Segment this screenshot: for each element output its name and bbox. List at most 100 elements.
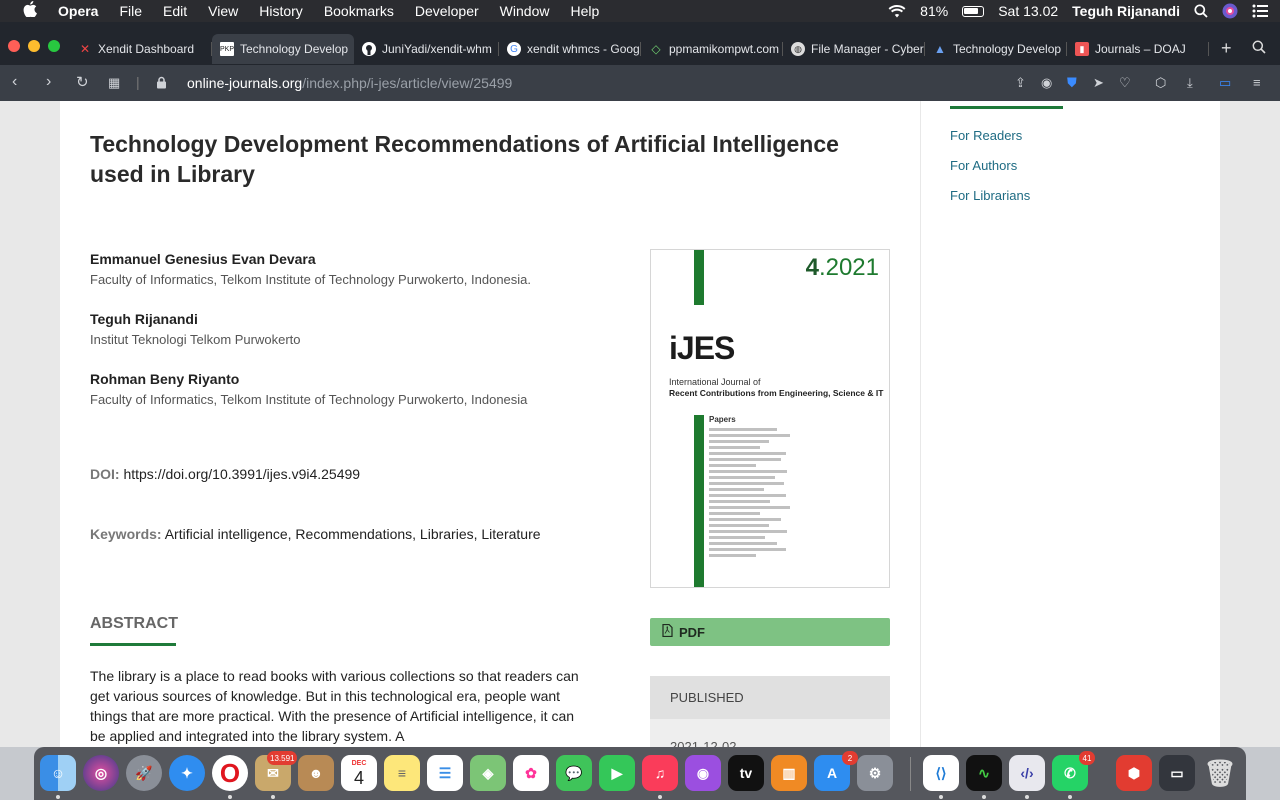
menu-app-name[interactable]: Opera [58,3,98,19]
pkp-favicon: PKP [220,42,234,56]
tab-github-xendit-whmcs[interactable]: JuniYadi/xendit-whm [354,34,499,64]
sidebar-link-for-readers[interactable]: For Readers [950,128,1022,143]
download-icon[interactable]: ⤓ [1187,75,1193,91]
user-name[interactable]: Teguh Rijanandi [1072,3,1180,19]
cube-icon[interactable]: ⬡ [1155,75,1166,91]
clock[interactable]: Sat 13.02 [998,3,1058,19]
share-icon[interactable]: ⇪ [1015,75,1026,91]
menu-view[interactable]: View [208,3,238,19]
finder-icon[interactable]: ☺ [40,755,76,791]
notes-icon[interactable]: ≡ [384,755,420,791]
control-center-icon[interactable] [1252,4,1268,18]
pdf-download-button[interactable]: PDF [650,618,890,646]
downloads-stack-icon[interactable]: ⬢ [1116,755,1152,791]
minimize-window-button[interactable] [28,40,40,52]
cover-subtitle: International Journal of [669,377,761,387]
address-bar: ‹ › ↻ ▦ | online-journals.org/index.php/… [0,65,1280,101]
menu-help[interactable]: Help [570,3,599,19]
calendar-day: 4 [353,767,364,788]
back-icon[interactable]: ‹ [12,73,17,91]
photos-icon[interactable]: ✿ [513,755,549,791]
wifi-icon[interactable] [888,4,906,18]
messages-icon[interactable]: 💬 [556,755,592,791]
new-tab-icon[interactable]: + [1221,38,1232,59]
adblock-shield-icon[interactable]: ⛊ [1067,75,1077,91]
facetime-icon[interactable]: ▶ [599,755,635,791]
tab-doaj-journals[interactable]: ▮ Journals – DOAJ [1067,34,1209,64]
zoom-window-button[interactable] [48,40,60,52]
browser-tab-bar: ✕ Xendit Dashboard PKP Technology Develo… [0,22,1280,65]
sidebar: For Readers For Authors For Librarians [921,101,1220,747]
forward-icon[interactable]: › [46,73,51,91]
author-affiliation: Institut Teknologi Telkom Purwokerto [90,332,301,347]
tab-grid-icon[interactable]: ▦ [108,75,120,91]
easy-setup-icon[interactable]: ≡ [1253,75,1261,90]
url-field[interactable]: online-journals.org/index.php/i-jes/arti… [187,75,512,91]
sidebar-link-for-librarians[interactable]: For Librarians [950,188,1030,203]
cover-papers-label: Papers [709,415,736,424]
battery-saver-icon[interactable]: ▭ [1219,75,1231,91]
siri-icon[interactable]: ◎ [83,755,119,791]
lock-icon[interactable] [156,76,167,94]
doaj-favicon: ▮ [1075,42,1089,56]
maps-icon[interactable]: ◈ [470,755,506,791]
system-preferences-icon[interactable]: ⚙ [857,755,893,791]
author-name: Emmanuel Genesius Evan Devara [90,251,316,267]
reminders-icon[interactable]: ☰ [427,755,463,791]
keywords-label: Keywords: [90,526,162,542]
tab-ppmamikompwt[interactable]: ◇ ppmamikompwt.com [641,34,783,64]
mail-badge: 13.591 [267,751,298,765]
vscode-icon[interactable]: ⟨⟩ [923,755,959,791]
launchpad-icon[interactable]: 🚀 [126,755,162,791]
tab-xendit-dashboard[interactable]: ✕ Xendit Dashboard [70,34,212,64]
cover-brand-logo: iJES [669,330,735,366]
cover-stripe [694,415,704,587]
contacts-icon[interactable]: ☻ [298,755,334,791]
books-icon[interactable]: ▥ [771,755,807,791]
music-icon[interactable]: ♫ [642,755,678,791]
calendar-icon[interactable]: DEC 4 [341,755,377,791]
heart-icon[interactable]: ♡ [1119,75,1131,91]
menu-window[interactable]: Window [500,3,550,19]
spotlight-search-icon[interactable] [1194,4,1208,18]
tab-technology-development-2[interactable]: ▲ Technology Develop [925,34,1067,64]
xendit-favicon: ✕ [79,42,91,56]
send-icon[interactable]: ➤ [1093,75,1104,91]
tab-technology-development-active[interactable]: PKP Technology Develop [212,34,354,64]
menu-developer[interactable]: Developer [415,3,479,19]
reload-icon[interactable]: ↻ [76,73,89,91]
tab-file-manager[interactable]: ◍ File Manager - Cyber [783,34,925,64]
close-window-button[interactable] [8,40,20,52]
sidebar-link-for-authors[interactable]: For Authors [950,158,1017,173]
menu-history[interactable]: History [259,3,303,19]
safari-icon[interactable]: ✦ [169,755,205,791]
menu-edit[interactable]: Edit [163,3,187,19]
apple-tv-icon[interactable]: tv [728,755,764,791]
journal-cover-image[interactable]: 4.2021 iJES International Journal of Rec… [650,249,890,588]
tab-search-icon[interactable] [1252,40,1266,54]
cover-stripe [694,250,704,305]
cover-contents-lines [709,428,794,560]
menu-file[interactable]: File [119,3,142,19]
apple-icon[interactable] [18,1,42,21]
sidebar-heading-underline [950,106,1063,109]
menu-bookmarks[interactable]: Bookmarks [324,3,394,19]
pdf-label: PDF [679,624,705,640]
trash-icon[interactable]: 🗑 [1202,755,1238,791]
globe-favicon: ◍ [791,42,805,56]
tab-label: File Manager - Cyber [811,42,924,56]
macos-menubar: Opera File Edit View History Bookmarks D… [0,0,1280,22]
battery-icon[interactable] [962,5,985,17]
code-editor-icon[interactable]: ‹/› [1009,755,1045,791]
tab-google-search[interactable]: G xendit whmcs - Goog [499,34,641,64]
siri-icon[interactable] [1222,3,1238,19]
published-header: PUBLISHED [650,676,890,719]
doi-link[interactable]: https://doi.org/10.3991/ijes.v9i4.25499 [123,466,360,482]
opera-icon[interactable]: O [212,755,248,791]
cover-subtitle-bold: Recent Contributions from Engineering, S… [669,388,884,398]
snapshot-camera-icon[interactable]: ◉ [1041,75,1052,91]
screenshot-stack-icon[interactable]: ▭ [1159,755,1195,791]
keywords-row: Keywords: Artificial intelligence, Recom… [90,526,541,542]
activity-monitor-icon[interactable]: ∿ [966,755,1002,791]
podcasts-icon[interactable]: ◉ [685,755,721,791]
